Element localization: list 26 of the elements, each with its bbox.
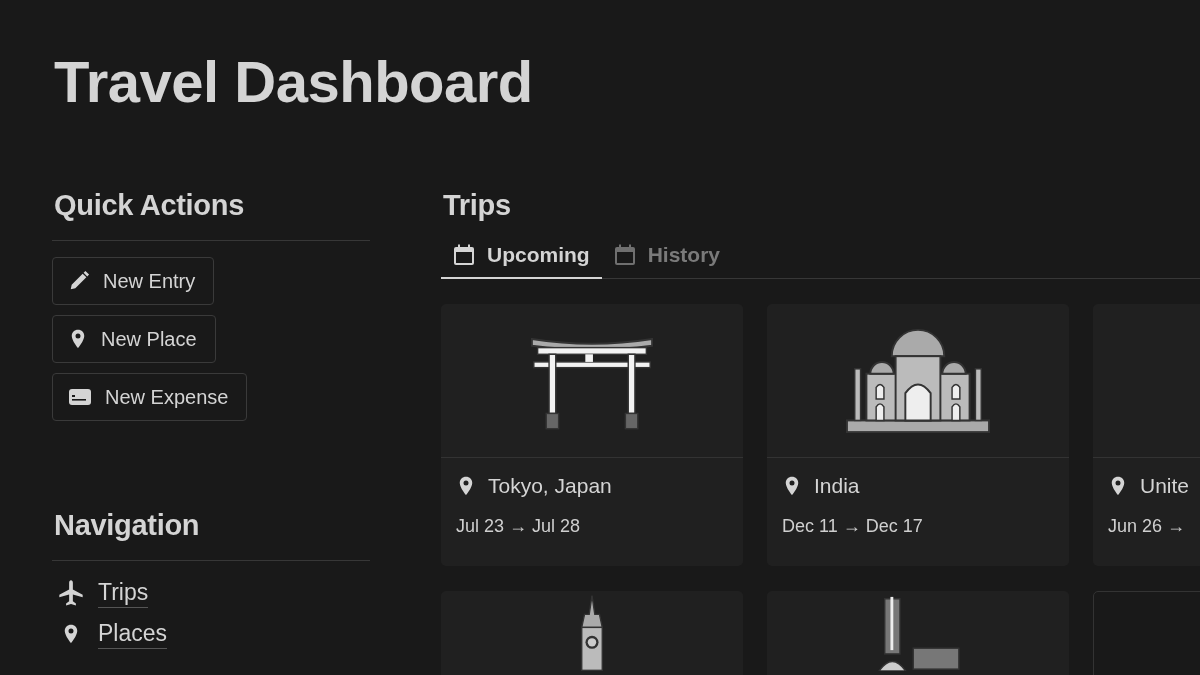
credit-card-icon — [68, 387, 92, 407]
trip-card[interactable]: India Dec 11 → Dec 17 — [767, 304, 1069, 566]
section-heading: Quick Actions — [54, 188, 244, 223]
calendar-icon — [613, 244, 636, 266]
nav-link[interactable]: Trips — [98, 577, 149, 608]
place-name: India — [814, 474, 860, 498]
place-name: Unite — [1140, 474, 1190, 498]
airplane-icon — [56, 578, 86, 607]
action-button[interactable]: New Place — [52, 315, 216, 363]
action-button[interactable]: New Entry — [52, 257, 215, 305]
place-name: Tokyo, Japan — [488, 474, 612, 498]
clock-tower-icon — [578, 595, 606, 671]
trip-card[interactable]: Tokyo, Japan Jul 23 → Jul 28 — [441, 304, 743, 566]
section-heading: Trips — [443, 188, 511, 223]
page-title: Travel Dashboard — [54, 48, 534, 116]
action-button[interactable]: New Expense — [52, 373, 248, 421]
tab[interactable]: Upcoming — [441, 243, 602, 279]
trip-dates: Dec 11 → Dec 17 — [782, 516, 924, 537]
section-heading: Navigation — [54, 508, 200, 543]
pencil-icon — [68, 270, 90, 292]
nav-link[interactable]: Places — [98, 618, 168, 649]
trip-dates: Jul 23 → Jul 28 — [456, 516, 582, 537]
tab[interactable]: History — [601, 243, 733, 279]
trip-dates: Jun 26 → — [1108, 516, 1187, 537]
trip-card[interactable]: Unite Jun 26 → — [1093, 304, 1200, 566]
calendar-icon — [453, 244, 475, 266]
